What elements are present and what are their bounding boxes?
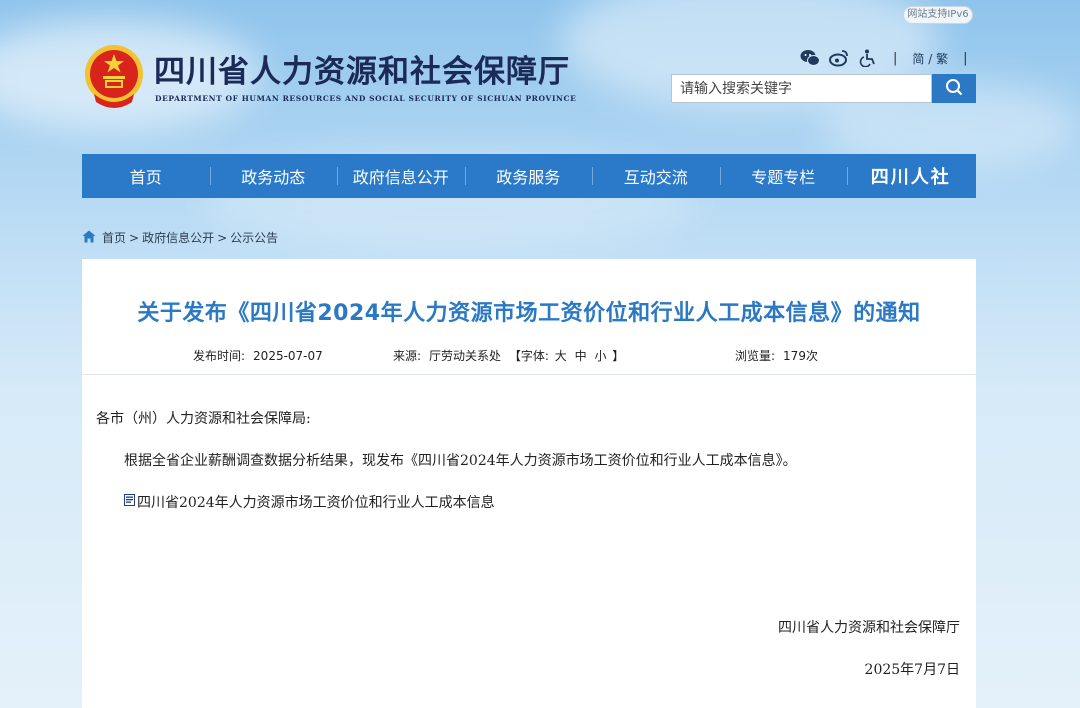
- article-title: 关于发布《四川省2024年人力资源市场工资价位和行业人工成本信息》的通知: [137, 301, 921, 326]
- meta-divider: [82, 374, 976, 375]
- breadcrumb: 首页 > 政府信息公开 > 公示公告: [82, 229, 278, 246]
- breadcrumb-announcements[interactable]: 公示公告: [230, 229, 278, 246]
- nav-item-info-disclosure[interactable]: 政府信息公开: [337, 154, 465, 198]
- national-emblem-icon: [84, 44, 144, 110]
- article-source: 来源: 厅劳动关系处 【字体: 大 中 小 】: [393, 347, 624, 364]
- attachment-link[interactable]: 四川省2024年人力资源市场工资价位和行业人工成本信息: [124, 492, 495, 512]
- accessibility-icon[interactable]: [858, 48, 878, 68]
- signature-date: 2025年7月7日: [864, 662, 960, 678]
- publish-date-label: 发布时间:: [193, 349, 246, 363]
- attachment-label[interactable]: 四川省2024年人力资源市场工资价位和行业人工成本信息: [137, 492, 495, 512]
- font-size-label: 【字体:: [508, 349, 549, 363]
- document-icon: [124, 494, 135, 510]
- breadcrumb-home[interactable]: 首页: [102, 229, 126, 246]
- main-nav: 首页 政务动态 政府信息公开 政务服务 互动交流 专题专栏 四川人社: [82, 154, 976, 198]
- search-input[interactable]: [671, 74, 932, 103]
- font-size-small[interactable]: 小: [594, 349, 606, 363]
- nav-item-sichuan-renshe[interactable]: 四川人社: [847, 154, 975, 198]
- article-panel: 关于发布《四川省2024年人力资源市场工资价位和行业人工成本信息》的通知 发布时…: [82, 259, 976, 708]
- font-size-large[interactable]: 大: [555, 349, 567, 363]
- body-paragraph: 根据全省企业薪酬调查数据分析结果，现发布《四川省2024年人力资源市场工资价位和…: [124, 453, 797, 469]
- search-button[interactable]: [932, 74, 976, 103]
- home-icon: [82, 230, 96, 246]
- weibo-icon[interactable]: [829, 48, 849, 68]
- nav-item-home[interactable]: 首页: [82, 154, 210, 198]
- nav-item-news[interactable]: 政务动态: [209, 154, 338, 198]
- site-title[interactable]: 四川省人力资源和社会保障厅: [154, 46, 570, 91]
- breadcrumb-info-disclosure[interactable]: 政府信息公开: [142, 229, 214, 246]
- source-value: 厅劳动关系处: [429, 349, 502, 363]
- tools-separator: |: [893, 50, 898, 66]
- header-tools: | 简 / 繁 |: [800, 48, 973, 68]
- nav-item-services[interactable]: 政务服务: [464, 154, 593, 198]
- font-size-medium[interactable]: 中: [575, 349, 587, 363]
- signature-issuer: 四川省人力资源和社会保障厅: [778, 620, 960, 636]
- language-toggle[interactable]: 简 / 繁: [912, 50, 948, 67]
- publish-date: 发布时间: 2025-07-07: [193, 347, 323, 364]
- view-count: 浏览量: 179次: [735, 347, 818, 364]
- breadcrumb-separator: >: [217, 230, 228, 245]
- views-label: 浏览量:: [735, 349, 776, 363]
- nav-item-interaction[interactable]: 互动交流: [592, 154, 720, 198]
- search-icon: [945, 78, 963, 99]
- wechat-icon[interactable]: [800, 48, 820, 68]
- nav-item-topics[interactable]: 专题专栏: [719, 154, 848, 198]
- source-label: 来源:: [393, 349, 422, 363]
- font-size-control: 【字体: 大 中 小 】: [509, 349, 624, 363]
- salutation: 各市（州）人力资源和社会保障局:: [96, 411, 311, 427]
- ipv6-badge: 网站支持IPv6: [903, 6, 973, 24]
- views-value: 179次: [783, 349, 818, 363]
- breadcrumb-separator: >: [129, 230, 140, 245]
- publish-date-value: 2025-07-07: [253, 349, 323, 363]
- tools-separator: |: [963, 50, 968, 66]
- site-subtitle: DEPARTMENT OF HUMAN RESOURCES AND SOCIAL…: [155, 94, 577, 103]
- font-size-label-close: 】: [612, 349, 625, 363]
